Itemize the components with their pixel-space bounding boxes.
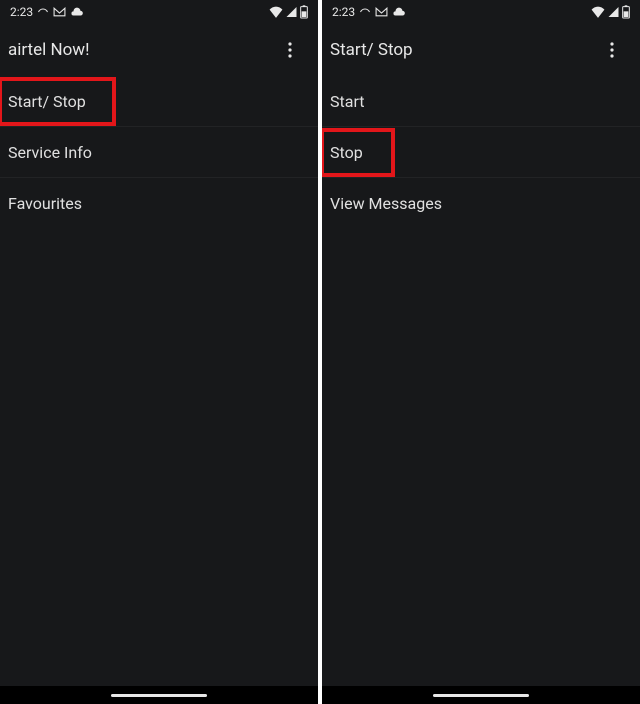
home-indicator[interactable] (111, 694, 207, 697)
menu-item-start[interactable]: Start (322, 76, 640, 127)
app-title: airtel Now! (8, 40, 89, 60)
menu-list: Start/ Stop Service Info Favourites (0, 76, 318, 229)
menu-item-service-info[interactable]: Service Info (0, 127, 318, 178)
app-title: Start/ Stop (330, 40, 413, 60)
menu-item-start-stop[interactable]: Start/ Stop (0, 76, 318, 127)
status-right (591, 5, 630, 19)
cloud-icon (392, 7, 406, 17)
more-vert-icon (610, 42, 614, 58)
wifi-icon (591, 6, 605, 18)
menu-item-label: Start (330, 92, 364, 111)
app-bar: airtel Now! (0, 24, 318, 76)
home-indicator[interactable] (433, 694, 529, 697)
navigation-bar (322, 686, 640, 704)
menu-list: Start Stop View Messages (322, 76, 640, 229)
menu-item-label: View Messages (330, 194, 442, 213)
battery-icon (300, 5, 308, 19)
menu-item-view-messages[interactable]: View Messages (322, 178, 640, 229)
menu-item-label: Stop (330, 143, 363, 162)
status-left: 2:23 (332, 5, 406, 19)
more-options-button[interactable] (596, 34, 628, 66)
cloud-icon (70, 7, 84, 17)
navigation-bar (0, 686, 318, 704)
signal-icon (285, 6, 298, 18)
phone-screen-right: 2:23 Start/ Stop Start Stop View Message… (322, 0, 640, 704)
menu-item-label: Start/ Stop (8, 92, 86, 111)
status-left: 2:23 (10, 5, 84, 19)
menu-item-label: Service Info (8, 143, 92, 162)
signal-icon (607, 6, 620, 18)
status-bar: 2:23 (0, 0, 318, 24)
battery-icon (622, 5, 630, 19)
phone-icon (359, 6, 371, 18)
menu-item-stop[interactable]: Stop (322, 127, 640, 178)
status-time: 2:23 (332, 5, 355, 19)
app-bar: Start/ Stop (322, 24, 640, 76)
status-bar: 2:23 (322, 0, 640, 24)
more-vert-icon (288, 42, 292, 58)
menu-item-favourites[interactable]: Favourites (0, 178, 318, 229)
wifi-icon (269, 6, 283, 18)
gmail-icon (53, 7, 66, 17)
status-time: 2:23 (10, 5, 33, 19)
menu-item-label: Favourites (8, 194, 82, 213)
status-right (269, 5, 308, 19)
phone-icon (37, 6, 49, 18)
phone-screen-left: 2:23 airtel Now! Start/ Stop Service Inf… (0, 0, 318, 704)
gmail-icon (375, 7, 388, 17)
more-options-button[interactable] (274, 34, 306, 66)
